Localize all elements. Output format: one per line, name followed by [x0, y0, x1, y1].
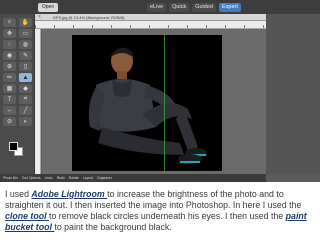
tab-expert[interactable]: Expert: [218, 3, 241, 12]
guide-line: [164, 35, 165, 171]
caption-text: I used: [5, 189, 32, 199]
close-icon[interactable]: ×: [38, 14, 41, 21]
move-icon[interactable]: ✥: [3, 29, 16, 38]
layout-button[interactable]: Layout: [83, 176, 93, 180]
open-button[interactable]: Open: [38, 3, 58, 12]
photo-bin-button[interactable]: Photo Bin: [3, 176, 18, 180]
bucket-icon[interactable]: ▲: [19, 73, 32, 82]
mode-tabs: eLive Quick Guided Expert: [147, 3, 241, 12]
photo-canvas[interactable]: [72, 35, 222, 171]
panel-area: [266, 14, 320, 174]
tab-elive[interactable]: eLive: [147, 3, 167, 12]
redo-button[interactable]: Redo: [57, 176, 65, 180]
tab-guided[interactable]: Guided: [192, 3, 216, 12]
lasso-icon[interactable]: ◌: [3, 40, 16, 49]
bottom-taskbar: Photo Bin Tool Options Undo Redo Rotate …: [0, 174, 266, 182]
text-icon[interactable]: T: [3, 95, 16, 104]
keyword-clone-tool: clone tool: [5, 211, 49, 221]
toolbox: ⌕ ✋ ✥ ▭ ◌ ◍ ◉ ✎ ⊕ ▯ ✏ ▲ ▦ ◆ T ⌗ ⇔ ╱ ⊘ ◐: [0, 14, 35, 174]
recompose-icon[interactable]: ⇔: [3, 106, 16, 115]
hand-icon[interactable]: ✋: [19, 18, 32, 27]
zoom-icon[interactable]: ⌕: [3, 18, 16, 27]
clone-stamp-icon[interactable]: ⊕: [3, 62, 16, 71]
spot-heal-icon[interactable]: ✎: [19, 51, 32, 60]
rotate-button[interactable]: Rotate: [69, 176, 79, 180]
tool-grid: ⌕ ✋ ✥ ▭ ◌ ◍ ◉ ✎ ⊕ ▯ ✏ ▲ ▦ ◆ T ⌗ ⇔ ╱ ⊘ ◐: [3, 18, 32, 126]
document-title: DFS.jpg @ 13.4% (Background, RGB/8): [53, 15, 125, 20]
red-eye-icon[interactable]: ◉: [3, 51, 16, 60]
eraser-icon[interactable]: ▯: [19, 62, 32, 71]
organizer-button[interactable]: Organizer: [97, 176, 112, 180]
tab-quick[interactable]: Quick: [169, 3, 190, 12]
gradient-icon[interactable]: ▦: [3, 84, 16, 93]
caption-text: to paint the background black.: [54, 222, 172, 232]
canvas-area[interactable]: [42, 29, 266, 174]
undo-button[interactable]: Undo: [45, 176, 53, 180]
photo-subject: [72, 35, 222, 171]
tool-options-button[interactable]: Tool Options: [22, 176, 41, 180]
editor-window: Open eLive Quick Guided Expert × DFS.jpg…: [0, 0, 320, 182]
caption-text: to remove black circles underneath his e…: [49, 211, 286, 221]
slide-caption: I used Adobe Lightroom to increase the b…: [5, 189, 317, 233]
horizontal-ruler: [35, 21, 266, 29]
vertical-ruler: [35, 29, 41, 174]
shape-icon[interactable]: ◆: [19, 84, 32, 93]
keyword-lightroom: Adobe Lightroom: [31, 189, 108, 199]
crop-icon[interactable]: ⌗: [19, 95, 32, 104]
eyedropper-icon[interactable]: ⊘: [3, 117, 16, 126]
straighten-icon[interactable]: ╱: [19, 106, 32, 115]
blur-icon[interactable]: ◐: [19, 117, 32, 126]
brush-icon[interactable]: ✏: [3, 73, 16, 82]
document-tab[interactable]: × DFS.jpg @ 13.4% (Background, RGB/8): [35, 14, 266, 21]
quick-select-icon[interactable]: ◍: [19, 40, 32, 49]
foreground-color-swatch[interactable]: [9, 142, 18, 151]
marquee-icon[interactable]: ▭: [19, 29, 32, 38]
menu-bar: Open eLive Quick Guided Expert: [0, 0, 320, 14]
